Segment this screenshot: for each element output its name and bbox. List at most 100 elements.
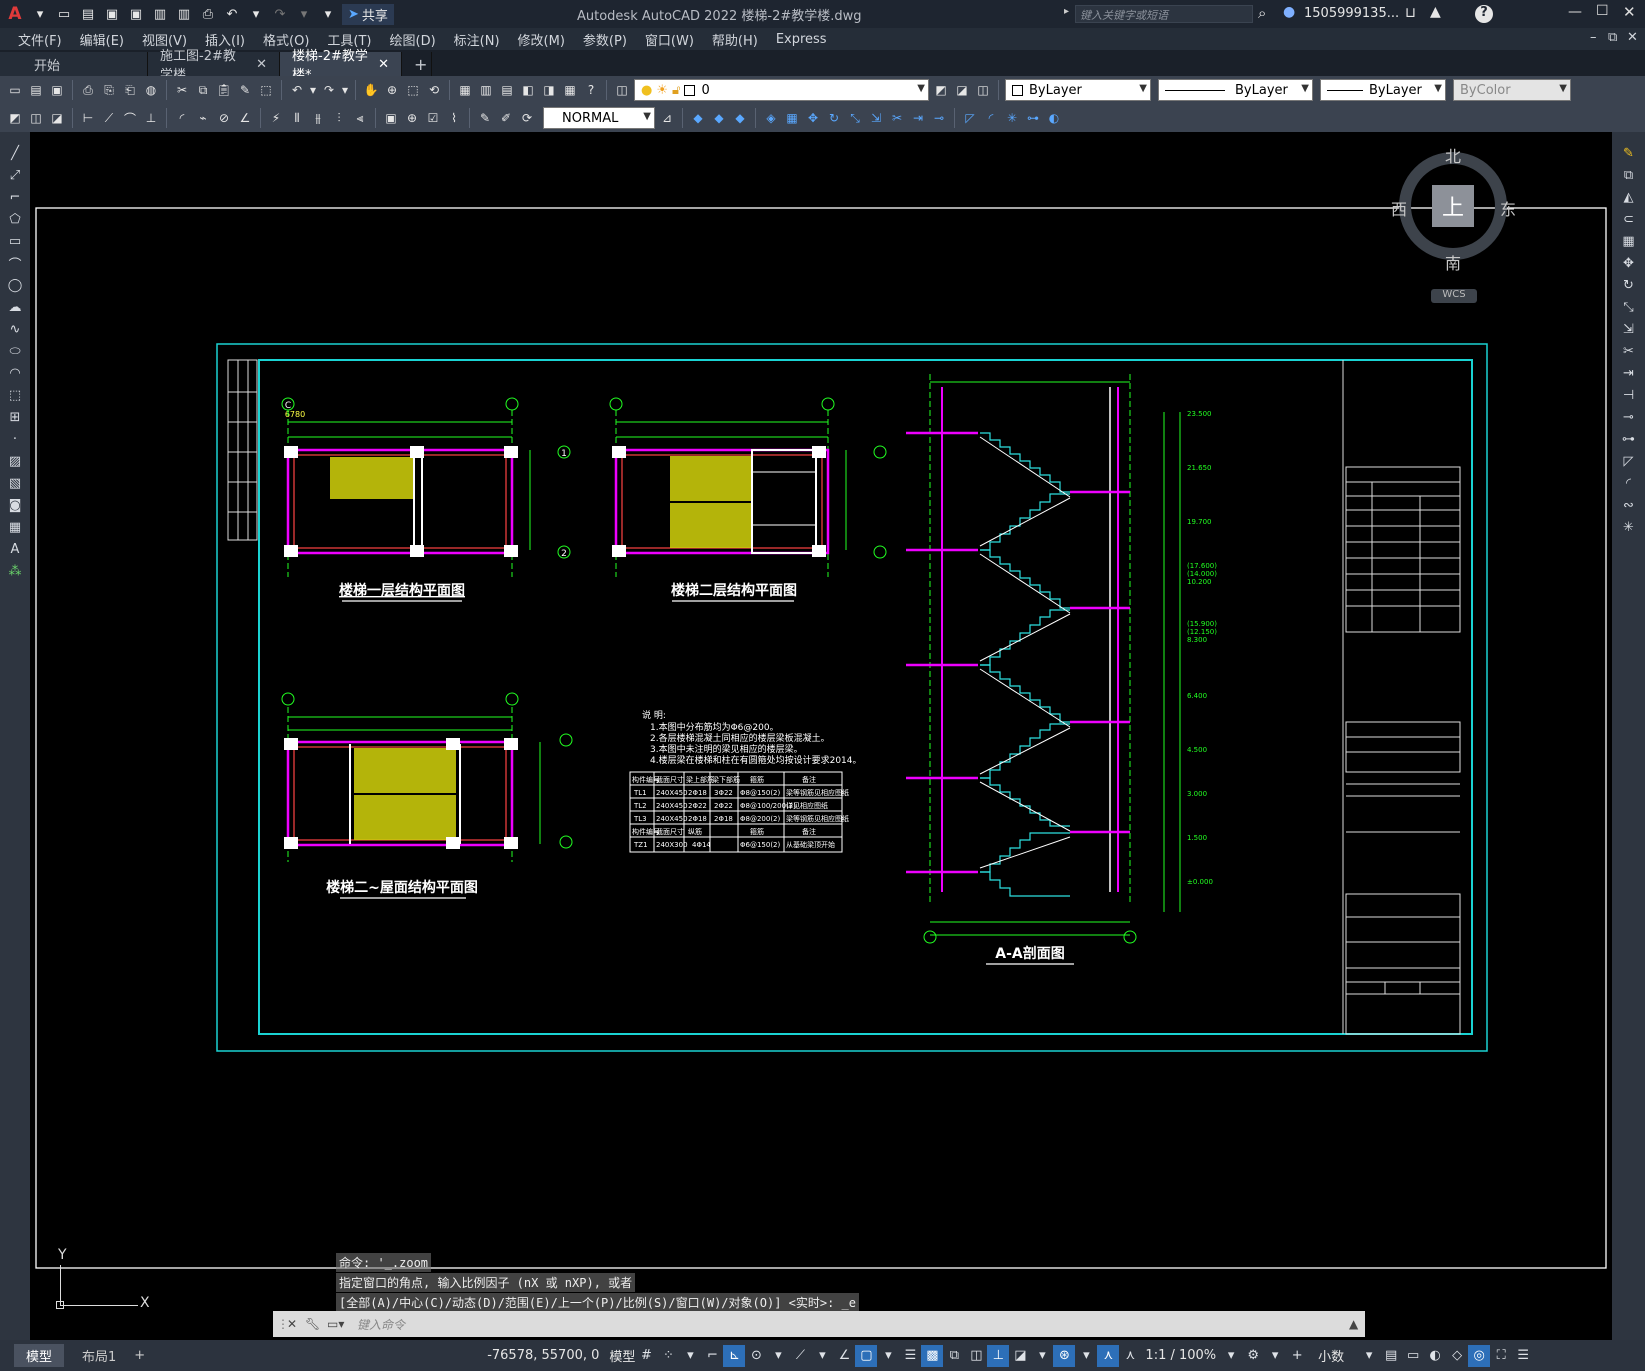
publish-icon[interactable]: ⎗ bbox=[121, 81, 139, 99]
break-icon[interactable]: ⊸ bbox=[930, 109, 948, 127]
annotation-scale-icon[interactable]: ⋏ bbox=[1119, 1345, 1141, 1367]
help-icon[interactable]: ? bbox=[1475, 5, 1493, 23]
array-icon[interactable]: ▦ bbox=[783, 109, 801, 127]
coordinates-readout[interactable]: -76578, 55700, 0 bbox=[487, 1348, 599, 1363]
arc-icon[interactable]: ⌒ bbox=[4, 252, 26, 274]
rotate-icon[interactable]: ↻ bbox=[1618, 274, 1640, 296]
trim-icon[interactable]: ✂ bbox=[888, 109, 906, 127]
publish-3d-icon[interactable]: ◍ bbox=[142, 81, 160, 99]
circle-icon[interactable]: ◯ bbox=[4, 274, 26, 296]
autodesk-app-icon[interactable]: ▲ bbox=[1430, 4, 1441, 20]
polygon-icon[interactable]: ⬠ bbox=[4, 208, 26, 230]
trim-icon[interactable]: ✂ bbox=[1618, 340, 1640, 362]
layer-freeze-icon[interactable]: ☀ bbox=[656, 83, 668, 98]
new-file-icon[interactable]: ▭ bbox=[54, 4, 74, 24]
compass-west[interactable]: 西 bbox=[1391, 196, 1407, 220]
quick-properties-icon[interactable]: ▤ bbox=[1380, 1345, 1402, 1367]
doc-minimize-icon[interactable]: – bbox=[1590, 30, 1597, 45]
construction-line-icon[interactable]: ⤢ bbox=[4, 164, 26, 186]
polar-icon[interactable]: ⊙ bbox=[745, 1345, 767, 1367]
stretch-icon[interactable]: ⇲ bbox=[867, 109, 885, 127]
isodraft-dropdown-icon[interactable]: ▾ bbox=[811, 1345, 833, 1367]
annotation-dropdown-icon[interactable]: ▾ bbox=[1075, 1345, 1097, 1367]
plot-icon[interactable]: ⎙ bbox=[79, 81, 97, 99]
3d-object-snap-icon[interactable]: ◫ bbox=[965, 1345, 987, 1367]
menu-dimension[interactable]: 标注(N) bbox=[446, 30, 510, 49]
rectangle-icon[interactable]: ▭ bbox=[4, 230, 26, 252]
quick-dimension-icon[interactable]: ⚡ bbox=[267, 109, 285, 127]
linetype-dropdown[interactable]: ByLayer ▼ bbox=[1158, 79, 1313, 101]
menu-file[interactable]: 文件(F) bbox=[10, 30, 72, 49]
redo-icon[interactable]: ↷ bbox=[270, 4, 290, 24]
chamfer-icon[interactable]: ◸ bbox=[961, 109, 979, 127]
color-dropdown[interactable]: ByLayer ▼ bbox=[1005, 79, 1151, 101]
close-icon[interactable]: ✕ bbox=[1623, 3, 1636, 21]
table-icon[interactable]: ▦ bbox=[4, 516, 26, 538]
auto-scale-icon[interactable]: ⋏ bbox=[1097, 1344, 1120, 1367]
help-icon[interactable]: ? bbox=[582, 81, 600, 99]
join-icon[interactable]: ⊶ bbox=[1024, 109, 1042, 127]
dimension-text-edit-icon[interactable]: ✐ bbox=[497, 109, 515, 127]
copy-icon[interactable]: ⧉ bbox=[1618, 164, 1640, 186]
transparency-icon[interactable]: ▩ bbox=[921, 1344, 944, 1367]
model-space-button[interactable]: 模型 bbox=[609, 1346, 635, 1365]
jogged-linear-icon[interactable]: ⌇ bbox=[445, 109, 463, 127]
markup-icon[interactable]: ◨ bbox=[540, 81, 558, 99]
tolerance-icon[interactable]: ▣ bbox=[382, 109, 400, 127]
redo-dropdown-icon[interactable]: ▾ bbox=[294, 4, 314, 24]
mirror-icon[interactable]: ◆ bbox=[731, 109, 749, 127]
tool-palettes-icon[interactable]: ▤ bbox=[498, 81, 516, 99]
customization-icon[interactable]: ☰ bbox=[1512, 1345, 1534, 1367]
compass-south[interactable]: 南 bbox=[1445, 250, 1461, 274]
insert-block-icon[interactable]: ⬚ bbox=[4, 384, 26, 406]
aligned-dimension-icon[interactable]: ⟋ bbox=[100, 109, 118, 127]
scale-icon[interactable]: ⤡ bbox=[1618, 296, 1640, 318]
maximize-icon[interactable]: ☐ bbox=[1596, 3, 1609, 19]
layout-tab-model[interactable]: 模型 bbox=[14, 1344, 65, 1367]
cmd-scroll-up-icon[interactable]: ▲ bbox=[1349, 1317, 1365, 1331]
menu-draw[interactable]: 绘图(D) bbox=[382, 30, 446, 49]
menu-help[interactable]: 帮助(H) bbox=[704, 30, 768, 49]
doc-restore-icon[interactable]: ⧉ bbox=[1608, 30, 1617, 45]
polyline-icon[interactable]: ⌐ bbox=[4, 186, 26, 208]
multiline-text-icon[interactable]: A bbox=[4, 538, 26, 560]
make-current-layer-icon[interactable]: ◩ bbox=[932, 81, 950, 99]
isodraft-icon[interactable]: ⟋ bbox=[789, 1345, 811, 1367]
revision-cloud-icon[interactable]: ☁ bbox=[4, 296, 26, 318]
point-icon[interactable]: · bbox=[4, 428, 26, 450]
fillet-icon[interactable]: ◜ bbox=[982, 109, 1000, 127]
move-icon[interactable]: ✥ bbox=[1618, 252, 1640, 274]
make-block-icon[interactable]: ⊞ bbox=[4, 406, 26, 428]
blend-icon[interactable]: ◐ bbox=[1045, 109, 1063, 127]
explode-icon[interactable]: ✳ bbox=[1618, 516, 1640, 538]
units-dropdown-icon[interactable]: ▾ bbox=[1358, 1345, 1380, 1367]
design-center-icon[interactable]: ▥ bbox=[477, 81, 495, 99]
scale-dropdown-icon[interactable]: ▾ bbox=[1220, 1345, 1242, 1367]
fullscreen-icon[interactable]: ⛶ bbox=[1490, 1345, 1512, 1367]
ellipse-arc-icon[interactable]: ◠ bbox=[4, 362, 26, 384]
region-icon[interactable]: ◙ bbox=[4, 494, 26, 516]
annotation-monitor-icon[interactable]: + bbox=[1286, 1345, 1308, 1367]
workspace-gear-icon[interactable]: ⚙ bbox=[1242, 1345, 1264, 1367]
spline-icon[interactable]: ∿ bbox=[4, 318, 26, 340]
isolate-objects-icon[interactable]: ◐ bbox=[1424, 1345, 1446, 1367]
layer-previous-icon[interactable]: ◪ bbox=[953, 81, 971, 99]
undo-dropdown-icon[interactable]: ▾ bbox=[246, 4, 266, 24]
layer-dropdown[interactable]: ● ☀ 🔓︎ 0 ▼ bbox=[634, 79, 929, 101]
new-tab-button[interactable]: + bbox=[402, 52, 432, 76]
save-as-icon[interactable]: ▣ bbox=[126, 4, 146, 24]
viewcube[interactable]: 上 bbox=[1399, 152, 1507, 260]
object-snap-icon[interactable]: ▢ bbox=[855, 1344, 878, 1367]
compass-north[interactable]: 北 bbox=[1445, 143, 1461, 167]
lineweight-dropdown[interactable]: ByLayer ▼ bbox=[1320, 79, 1446, 101]
center-mark-icon[interactable]: ⊕ bbox=[403, 109, 421, 127]
open-icon[interactable]: ▤ bbox=[27, 81, 45, 99]
clean-screen-icon[interactable]: ◎ bbox=[1468, 1344, 1491, 1367]
doc-close-icon[interactable]: ✕ bbox=[1627, 30, 1638, 45]
zoom-realtime-icon[interactable]: ⊕ bbox=[383, 81, 401, 99]
offset-icon[interactable]: ◈ bbox=[762, 109, 780, 127]
menu-window[interactable]: 窗口(W) bbox=[637, 30, 704, 49]
dimension-break-icon[interactable]: ⫷ bbox=[351, 109, 369, 127]
infer-constraints-icon[interactable]: ⌐ bbox=[701, 1345, 723, 1367]
new-icon[interactable]: ▭ bbox=[6, 81, 24, 99]
